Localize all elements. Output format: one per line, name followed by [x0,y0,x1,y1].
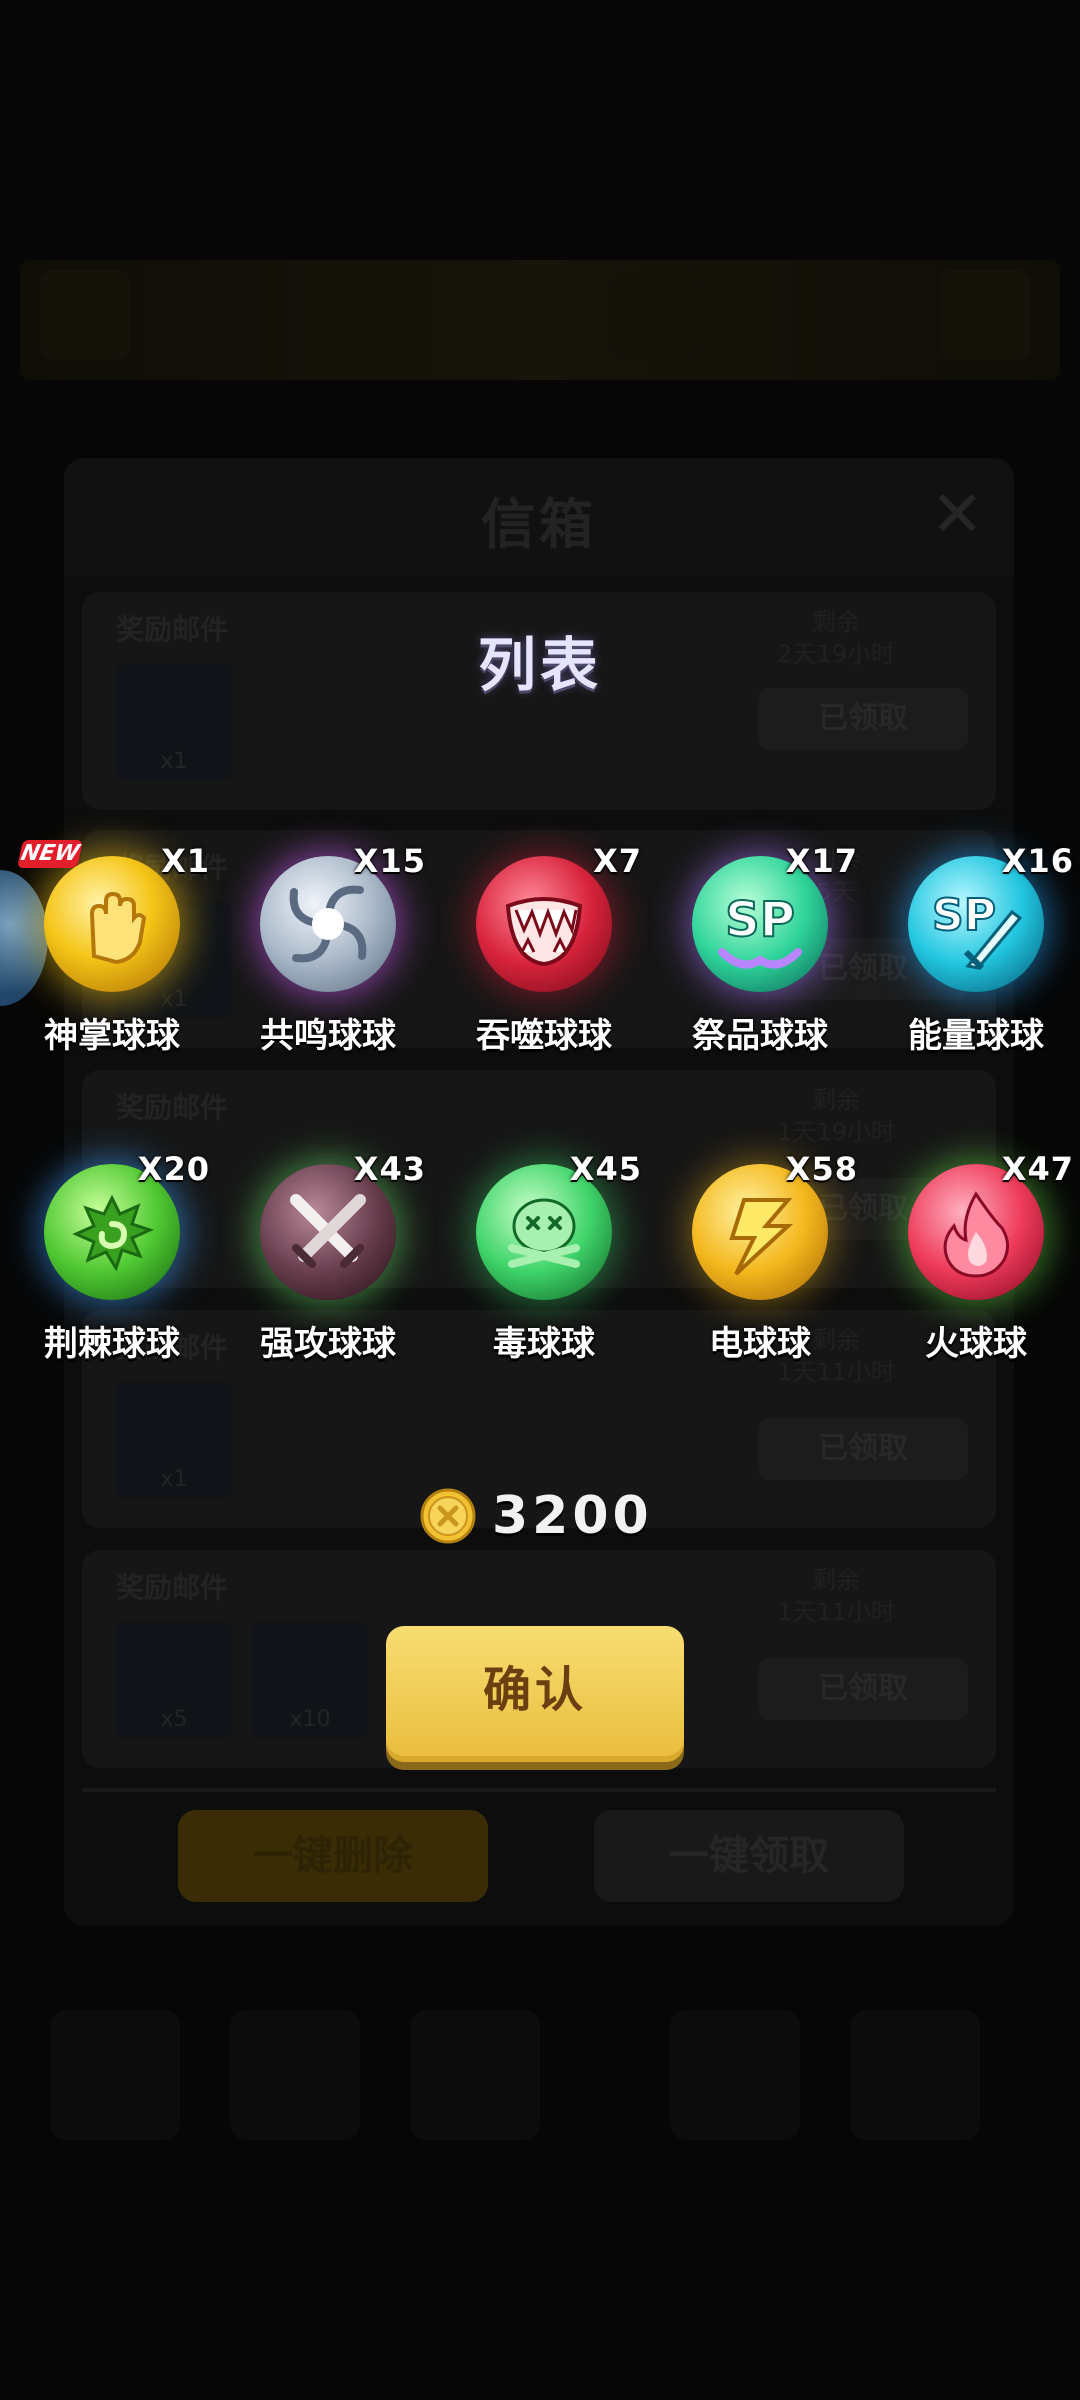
mail-remain-time: 1天11小时 [777,1598,895,1626]
item-name: 神掌球球 [44,1016,180,1056]
background-bottom-item [230,2010,360,2140]
coin-amount: 3200 [492,1486,653,1546]
reward-item[interactable]: X15 共鸣球球 [220,842,436,1102]
reward-item[interactable]: SP X17 祭品球球 [652,842,868,1102]
mail-thumb: x10 [252,1622,368,1738]
mail-thumb: x5 [116,1622,232,1738]
mailbox-divider [82,1788,996,1792]
background-bottom-row [30,2010,1050,2160]
item-count: X20 [137,1150,210,1188]
reward-item[interactable]: X45 毒球球 [436,1150,652,1410]
item-name: 能量球球 [908,1016,1044,1056]
mail-status-button[interactable]: 已领取 [758,1658,968,1720]
reward-item[interactable]: X58 电球球 [652,1150,868,1410]
mail-remain-label: 剩余 [812,1566,860,1594]
background-bottom-item [850,2010,980,2140]
close-x-icon[interactable]: ✕ [930,478,984,552]
reward-item[interactable]: X20 荆棘球球 [4,1150,220,1410]
item-name: 共鸣球球 [260,1016,396,1056]
mail-thumb-count: x5 [160,1707,188,1732]
background-slot [940,270,1030,360]
background-top-bar [20,260,1060,380]
item-count: X17 [785,842,858,880]
new-badge: NEW [17,840,83,868]
list-title: 列表 [477,631,602,699]
claim-all-button[interactable]: 一键领取 [594,1810,904,1902]
reward-item[interactable]: X47 火球球 [868,1150,1080,1410]
item-count: X58 [785,1150,858,1188]
golden-hand-ball-icon [44,856,180,992]
item-count: X1 [161,842,210,880]
item-count: X45 [569,1150,642,1188]
mail-thumb-count: x1 [160,749,188,774]
item-count: X15 [353,842,426,880]
confirm-button[interactable]: 确认 [386,1626,684,1762]
item-name: 毒球球 [493,1324,595,1364]
mail-thumb-count: x1 [160,1467,188,1492]
item-count: X47 [1001,1150,1074,1188]
background-slot [610,270,700,360]
mail-thumb-count: x10 [289,1707,331,1732]
delete-all-button[interactable]: 一键删除 [178,1810,488,1902]
background-bottom-item [50,2010,180,2140]
item-name: 电球球 [709,1324,811,1364]
mail-remain-time: 1天19小时 [777,1118,895,1146]
mail-remaining-time: 剩余 1天11小时 [736,1564,936,1628]
mailbox-header: 信箱 ✕ [64,458,1014,576]
item-count: X7 [593,842,642,880]
item-name: 吞噬球球 [476,1016,612,1056]
background-bottom-item [670,2010,800,2140]
coin-total: 3200 [420,1486,720,1546]
fang-mouth-ball-icon [476,856,612,992]
mail-status-button[interactable]: 已领取 [758,1418,968,1480]
item-count: X16 [1001,842,1074,880]
item-name: 强攻球球 [260,1324,396,1364]
item-count: X43 [353,1150,426,1188]
mail-name: 奖励邮件 [116,1571,229,1604]
reward-item[interactable]: X7 吞噬球球 [436,842,652,1102]
item-name: 祭品球球 [692,1016,828,1056]
background-slot [40,270,130,360]
item-name: 荆棘球球 [44,1324,180,1364]
background-bottom-item [410,2010,540,2140]
gold-coin-icon [420,1488,476,1544]
item-name: 火球球 [925,1324,1027,1364]
svg-text:SP: SP [725,892,795,948]
reward-item[interactable]: X1 神掌球球 [4,842,220,1102]
reward-item[interactable]: X43 强攻球球 [220,1150,436,1410]
reward-item[interactable]: SP X16 能量球球 [868,842,1080,1102]
mailbox-title: 信箱 [481,493,597,556]
svg-text:SP: SP [932,890,996,941]
